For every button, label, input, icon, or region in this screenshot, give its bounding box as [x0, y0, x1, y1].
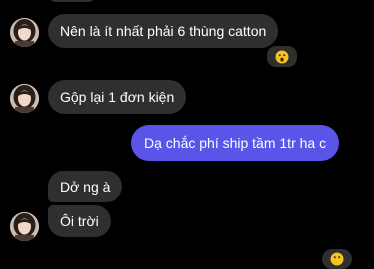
message-text: Dạ chắc phí ship tầm 1tr ha c: [144, 135, 327, 151]
avatar-photo-icon: [10, 18, 39, 47]
avatar[interactable]: [10, 212, 39, 241]
reaction-badge[interactable]: [265, 44, 299, 69]
incoming-message-bubble[interactable]: Dở ng à: [48, 171, 123, 202]
message-text: Ôi trời: [60, 213, 99, 229]
avatar-photo-icon: [10, 212, 39, 241]
outgoing-message-bubble[interactable]: Dạ chắc phí ship tầm 1tr ha c: [131, 125, 340, 161]
message-text: Dở ng à: [60, 178, 111, 195]
incoming-message-bubble[interactable]: Ôi trời: [48, 205, 111, 237]
incoming-message-bubble[interactable]: Gộp lại 1 đơn kiện: [48, 80, 187, 114]
previous-message-fragment: [48, 0, 96, 2]
incoming-message-bubble[interactable]: Nên là ít nhất phải 6 thùng catton: [48, 14, 279, 48]
reaction-badge[interactable]: [322, 249, 352, 269]
avatar[interactable]: [10, 84, 39, 113]
avatar-photo-icon: [10, 84, 39, 113]
message-text: Nên là ít nhất phải 6 thùng catton: [60, 23, 267, 39]
avatar[interactable]: [10, 18, 39, 47]
wow-emoji-icon: [330, 252, 344, 266]
message-text: Gộp lại 1 đơn kiện: [60, 89, 175, 105]
wow-emoji-icon: [275, 50, 289, 63]
